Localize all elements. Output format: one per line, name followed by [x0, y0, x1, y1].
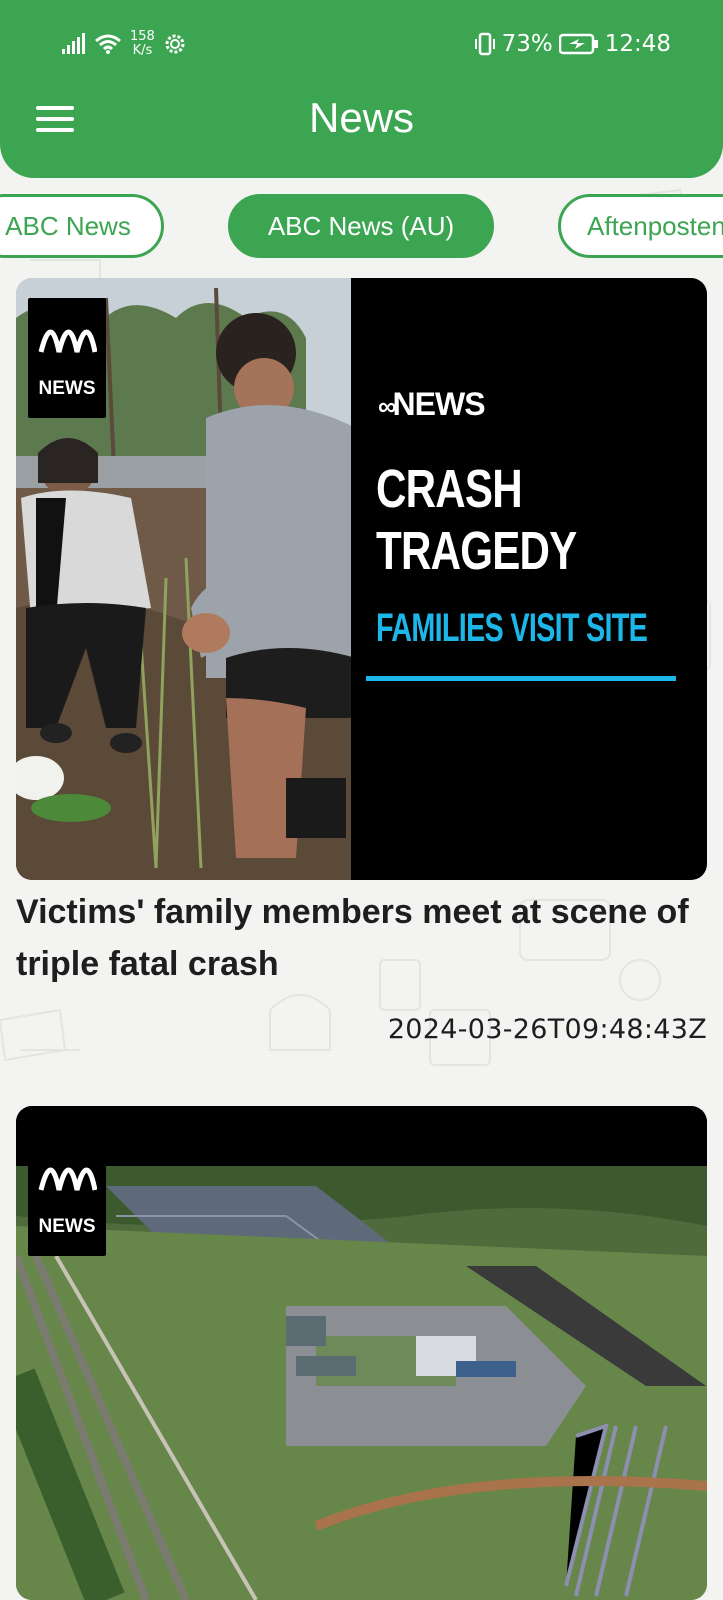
article-photo [16, 1106, 707, 1600]
source-chip-aftenposten[interactable]: Aftenposten [558, 194, 723, 258]
abc-logo-word: NEWS [38, 378, 96, 399]
abc-news-logo: NEWS [28, 298, 106, 418]
article-photo [16, 278, 707, 880]
abc-logo-icon [38, 329, 97, 353]
network-speed-unit: K/s [132, 43, 153, 58]
abc-news-logo: NEWS [28, 1136, 106, 1256]
source-chip-abc-news[interactable]: ABC News [0, 194, 164, 258]
vibrate-icon [474, 32, 495, 56]
clock-time: 12:48 [604, 31, 671, 57]
overlay-subline: FAMILIES VISIT SITE [376, 606, 648, 650]
battery-charging-icon [558, 33, 598, 55]
source-chip-label: ABC News (AU) [267, 210, 455, 241]
network-speed-value: 158 [130, 29, 155, 44]
source-chip-label: ABC News [5, 210, 131, 241]
wifi-icon [95, 34, 121, 54]
network-speed: 158 K/s [130, 30, 155, 58]
abc-mini-logo-icon: ∞ [378, 391, 396, 421]
abc-logo-icon [38, 1167, 97, 1191]
overlay-brand: ∞NEWS [378, 386, 486, 423]
cellular-signal-icon [62, 33, 85, 54]
settings-gear-icon [165, 34, 185, 54]
overlay-headline-line2: TRAGEDY [376, 521, 577, 581]
source-chip-abc-news-au[interactable]: ABC News (AU) [228, 194, 494, 258]
article-title[interactable]: Victims' family members meet at scene of… [16, 886, 716, 990]
article-image[interactable]: NEWS [16, 1106, 707, 1600]
app-title: News [308, 94, 415, 141]
overlay-headline-line1: CRASH [376, 459, 523, 519]
app-bar: 158 K/s 73% 12:48 News [0, 0, 723, 178]
status-bar: 158 K/s 73% 12:48 [0, 22, 723, 66]
article-published-date: 2024-03-26T09:48:43Z [387, 1014, 707, 1045]
news-source-tabs: ABC News ABC News (AU) Aftenposten [0, 194, 723, 258]
article-image[interactable]: ∞NEWS CRASH TRAGEDY FAMILIES VISIT SITE … [16, 278, 707, 880]
source-chip-label: Aftenposten [587, 210, 723, 241]
battery-percent: 73% [501, 31, 553, 57]
abc-logo-word: NEWS [38, 1216, 96, 1237]
overlay-brand-text: NEWS [392, 386, 486, 422]
